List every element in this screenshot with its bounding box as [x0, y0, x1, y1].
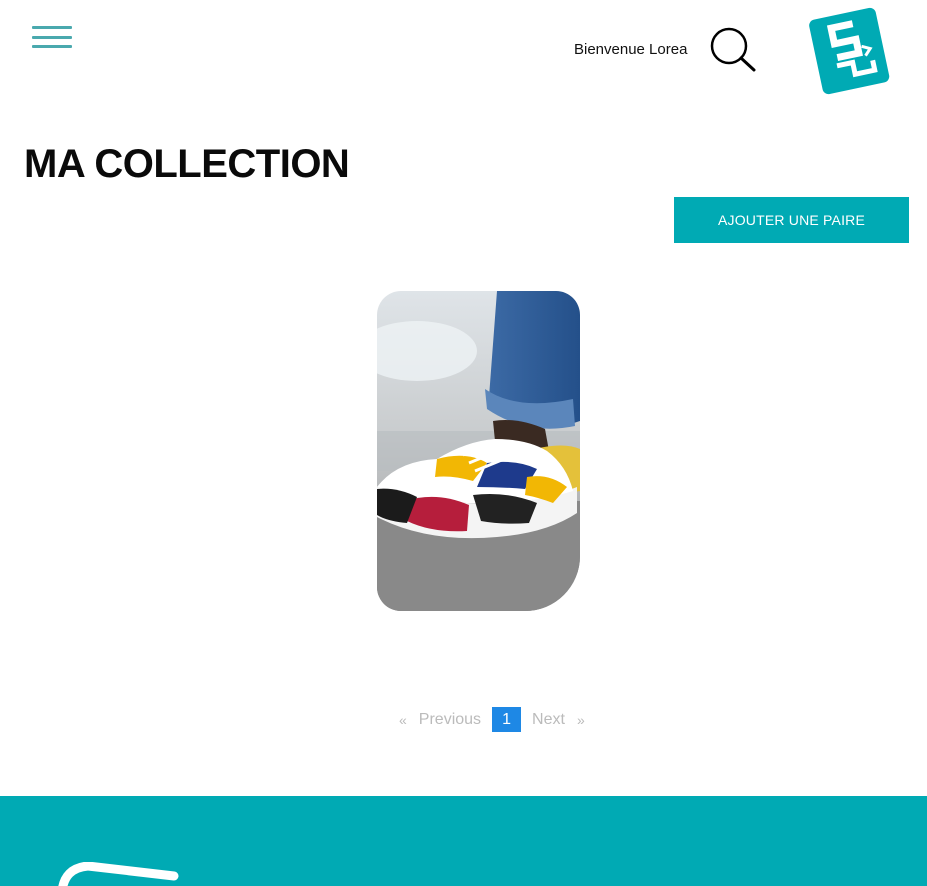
first-page-arrow[interactable]: « — [399, 712, 407, 728]
pagination: « Previous 1 Next » — [399, 707, 585, 732]
add-pair-button[interactable]: AJOUTER UNE PAIRE — [674, 197, 909, 243]
current-page-number[interactable]: 1 — [492, 707, 522, 732]
menu-line — [32, 35, 72, 39]
footer-logo-icon — [58, 862, 179, 886]
next-page-link[interactable]: Next — [532, 711, 565, 729]
page-title: MA COLLECTION — [24, 142, 350, 186]
menu-line — [32, 45, 72, 48]
previous-page-link[interactable]: Previous — [419, 711, 481, 729]
sneaker-card[interactable] — [377, 291, 580, 611]
page: Bienvenue Lorea MA COLLECTION AJOUTER UN… — [0, 0, 927, 886]
hamburger-menu-icon[interactable] — [32, 26, 72, 48]
welcome-text: Bienvenue Lorea — [574, 41, 688, 58]
menu-line — [32, 26, 72, 29]
search-icon[interactable] — [709, 26, 757, 74]
last-page-arrow[interactable]: » — [577, 712, 585, 728]
brand-logo-icon[interactable] — [806, 5, 892, 95]
footer — [0, 796, 927, 886]
sneaker-photo — [377, 291, 580, 611]
